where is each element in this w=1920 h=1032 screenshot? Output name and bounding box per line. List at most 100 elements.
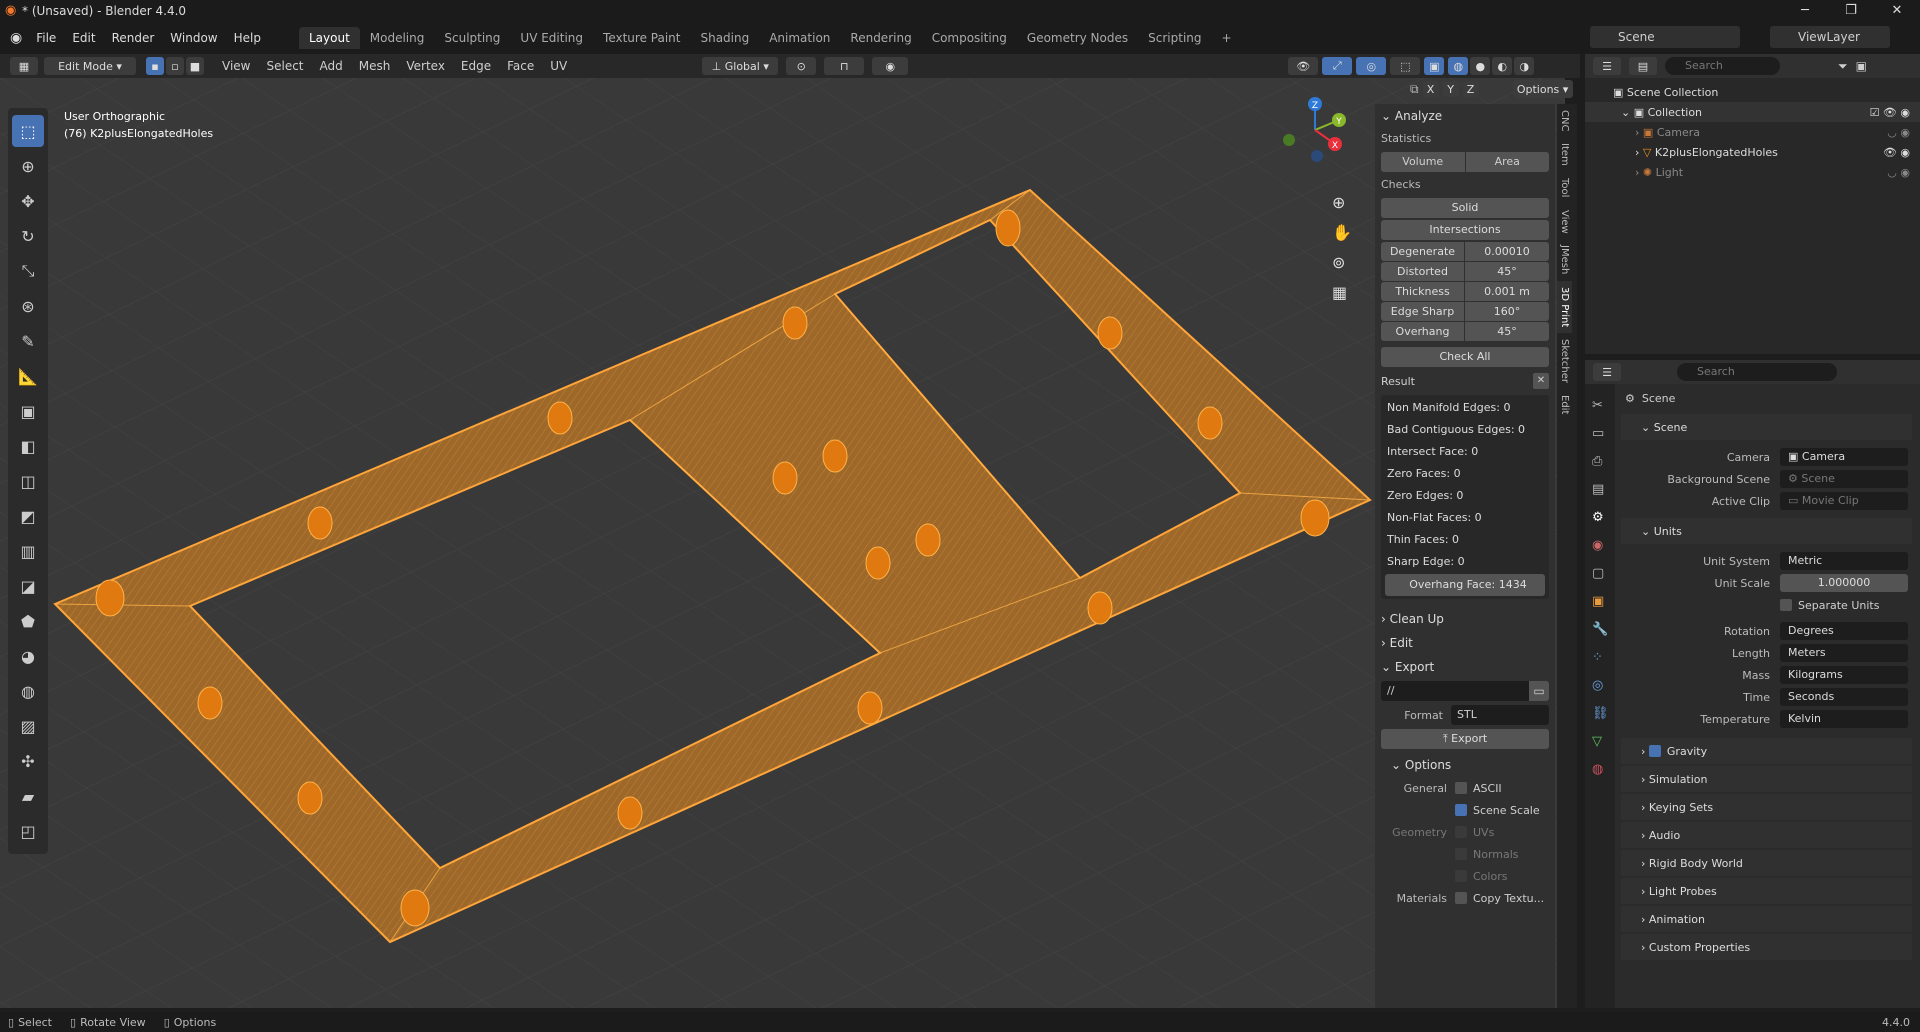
gizmo-neg-y-axis[interactable]	[1283, 134, 1295, 146]
background-scene-field[interactable]: ⚙ Scene	[1780, 470, 1908, 488]
mirror-z-toggle[interactable]: Z	[1462, 81, 1479, 97]
transform-icon[interactable]: ⊛	[12, 290, 44, 322]
tab-layout[interactable]: Layout	[298, 27, 360, 49]
pivot-icon[interactable]: ⊙	[786, 57, 817, 75]
spin-icon[interactable]: ◕	[12, 640, 44, 672]
rotate-icon[interactable]: ↻	[12, 220, 44, 252]
mass-dropdown[interactable]: Kilograms	[1780, 666, 1908, 684]
ascii-checkbox[interactable]	[1455, 782, 1467, 794]
knife-icon[interactable]: ◪	[12, 570, 44, 602]
time-dropdown[interactable]: Seconds	[1780, 688, 1908, 706]
keying-sets-section-header[interactable]: › Keying Sets	[1621, 794, 1912, 820]
analyze-header[interactable]: ⌄ Analyze	[1375, 104, 1555, 128]
perspective-toggle-icon[interactable]: ▦	[1332, 283, 1347, 302]
tab-compositing[interactable]: Compositing	[922, 27, 1017, 49]
menu-face[interactable]: Face	[507, 59, 534, 73]
output-tab-icon[interactable]: ⎙	[1592, 448, 1608, 476]
edge-sharp-row[interactable]: Edge Sharp 160°	[1381, 302, 1549, 321]
cursor-icon[interactable]: ⊕	[12, 150, 44, 182]
tool-tab-icon[interactable]: ✂	[1592, 392, 1608, 420]
mirror-y-toggle[interactable]: Y	[1442, 81, 1459, 97]
tab-texture-paint[interactable]: Texture Paint	[593, 27, 690, 49]
units-section-header[interactable]: ⌄ Units	[1621, 518, 1912, 544]
scene-selector[interactable]: Scene	[1590, 26, 1740, 48]
minimize-button[interactable]: ─	[1782, 0, 1828, 22]
gizmo-neg-z-axis[interactable]	[1311, 150, 1323, 162]
area-button[interactable]: Area	[1465, 152, 1549, 172]
measure-icon[interactable]: 📐	[12, 360, 44, 392]
bevel-icon[interactable]: ◩	[12, 500, 44, 532]
navigation-gizmo[interactable]: Z Y X	[1275, 90, 1355, 170]
smooth-icon[interactable]: ◍	[12, 675, 44, 707]
constraints-tab-icon[interactable]: ⛓	[1592, 700, 1609, 728]
menu-edge[interactable]: Edge	[461, 59, 491, 73]
export-path-field[interactable]: //	[1381, 681, 1529, 701]
visibility-icon[interactable]: 👁	[1288, 57, 1319, 75]
sidebar-tab-3d-print[interactable]: 3D Print	[1557, 280, 1572, 333]
tab-animation[interactable]: Animation	[759, 27, 840, 49]
result-zero-faces[interactable]: Zero Faces: 0	[1381, 463, 1549, 485]
export-header[interactable]: ⌄ Export	[1375, 655, 1555, 679]
add-cube-icon[interactable]: ▣	[12, 395, 44, 427]
sidebar-tab-jmesh[interactable]: JMesh	[1557, 239, 1572, 280]
new-collection-icon[interactable]: ▣	[1856, 59, 1867, 73]
blender-menu-icon[interactable]: ◉	[10, 30, 22, 46]
unit-scale-field[interactable]: 1.000000	[1780, 574, 1908, 592]
uvs-checkbox[interactable]	[1455, 826, 1467, 838]
result-non-flat[interactable]: Non-Flat Faces: 0	[1381, 507, 1549, 529]
sidebar-tab-tool[interactable]: Tool	[1557, 172, 1572, 203]
modifier-tab-icon[interactable]: 🔧	[1592, 616, 1608, 644]
menu-window[interactable]: Window	[162, 31, 225, 45]
edge-select-icon[interactable]: ▫	[166, 57, 184, 75]
select-box-icon[interactable]: ⬚	[12, 115, 44, 147]
clean-up-header[interactable]: › Clean Up	[1375, 607, 1555, 631]
close-window-button[interactable]: ✕	[1874, 0, 1920, 22]
editor-type-button[interactable]: ▦	[10, 57, 38, 75]
filter-icon[interactable]: ⏷	[1838, 59, 1848, 74]
extrude-icon[interactable]: ◧	[12, 430, 44, 462]
outliner-item-light[interactable]: › ✺ Light ◡ ◉	[1585, 162, 1920, 182]
result-zero-edges[interactable]: Zero Edges: 0	[1381, 485, 1549, 507]
shear-icon[interactable]: ▰	[12, 780, 44, 812]
outliner-item-mesh[interactable]: › ▽ K2plusElongatedHoles 👁 ◉	[1585, 142, 1920, 162]
particles-tab-icon[interactable]: ⁘	[1592, 644, 1608, 672]
outliner-scene-collection[interactable]: ▣ Scene Collection	[1585, 82, 1920, 102]
mirror-x-toggle[interactable]: X	[1422, 81, 1439, 97]
menu-vertex[interactable]: Vertex	[406, 59, 445, 73]
tab-shading[interactable]: Shading	[690, 27, 759, 49]
menu-select[interactable]: Select	[266, 59, 303, 73]
light-probes-section-header[interactable]: › Light Probes	[1621, 878, 1912, 904]
clear-result-icon[interactable]: ✕	[1533, 373, 1549, 389]
tab-geometry-nodes[interactable]: Geometry Nodes	[1017, 27, 1138, 49]
menu-edit[interactable]: Edit	[64, 31, 103, 45]
annotate-icon[interactable]: ✎	[12, 325, 44, 357]
mode-dropdown[interactable]: Edit Mode ▾	[44, 57, 136, 75]
custom-properties-section-header[interactable]: › Custom Properties	[1621, 934, 1912, 960]
wireframe-shading-icon[interactable]: ◍	[1448, 57, 1469, 75]
shrink-fatten-icon[interactable]: ✣	[12, 745, 44, 777]
result-thin-faces[interactable]: Thin Faces: 0	[1381, 529, 1549, 551]
menu-add[interactable]: Add	[320, 59, 343, 73]
export-options-header[interactable]: ⌄ Options	[1375, 753, 1555, 777]
camera-field[interactable]: ▣ Camera	[1780, 448, 1908, 466]
properties-editor-type-icon[interactable]: ☰	[1593, 363, 1621, 381]
tab-modeling[interactable]: Modeling	[360, 27, 435, 49]
data-tab-icon[interactable]: ▽	[1592, 728, 1608, 756]
rigid-body-world-section-header[interactable]: › Rigid Body World	[1621, 850, 1912, 876]
audio-section-header[interactable]: › Audio	[1621, 822, 1912, 848]
move-icon[interactable]: ✥	[12, 185, 44, 217]
xray-toggle-icon[interactable]: ▣	[1424, 57, 1445, 75]
sidebar-tab-edit[interactable]: Edit	[1557, 389, 1572, 420]
export-button[interactable]: ⤒ Export	[1381, 729, 1549, 749]
gravity-section-header[interactable]: › Gravity	[1621, 738, 1912, 764]
edit-header[interactable]: › Edit	[1375, 631, 1555, 655]
outliner-item-camera[interactable]: › ▣ Camera ◡ ◉	[1585, 122, 1920, 142]
solid-check-button[interactable]: Solid	[1381, 198, 1549, 218]
rip-region-icon[interactable]: ◰	[12, 815, 44, 847]
result-bad-contiguous[interactable]: Bad Contiguous Edges: 0	[1381, 419, 1549, 441]
object-tab-icon[interactable]: ▣	[1592, 588, 1608, 616]
result-sharp-edge[interactable]: Sharp Edge: 0	[1381, 551, 1549, 573]
mesh-overlay-icon[interactable]: ⬚	[1390, 57, 1421, 75]
menu-view[interactable]: View	[222, 59, 250, 73]
temperature-dropdown[interactable]: Kelvin	[1780, 710, 1908, 728]
